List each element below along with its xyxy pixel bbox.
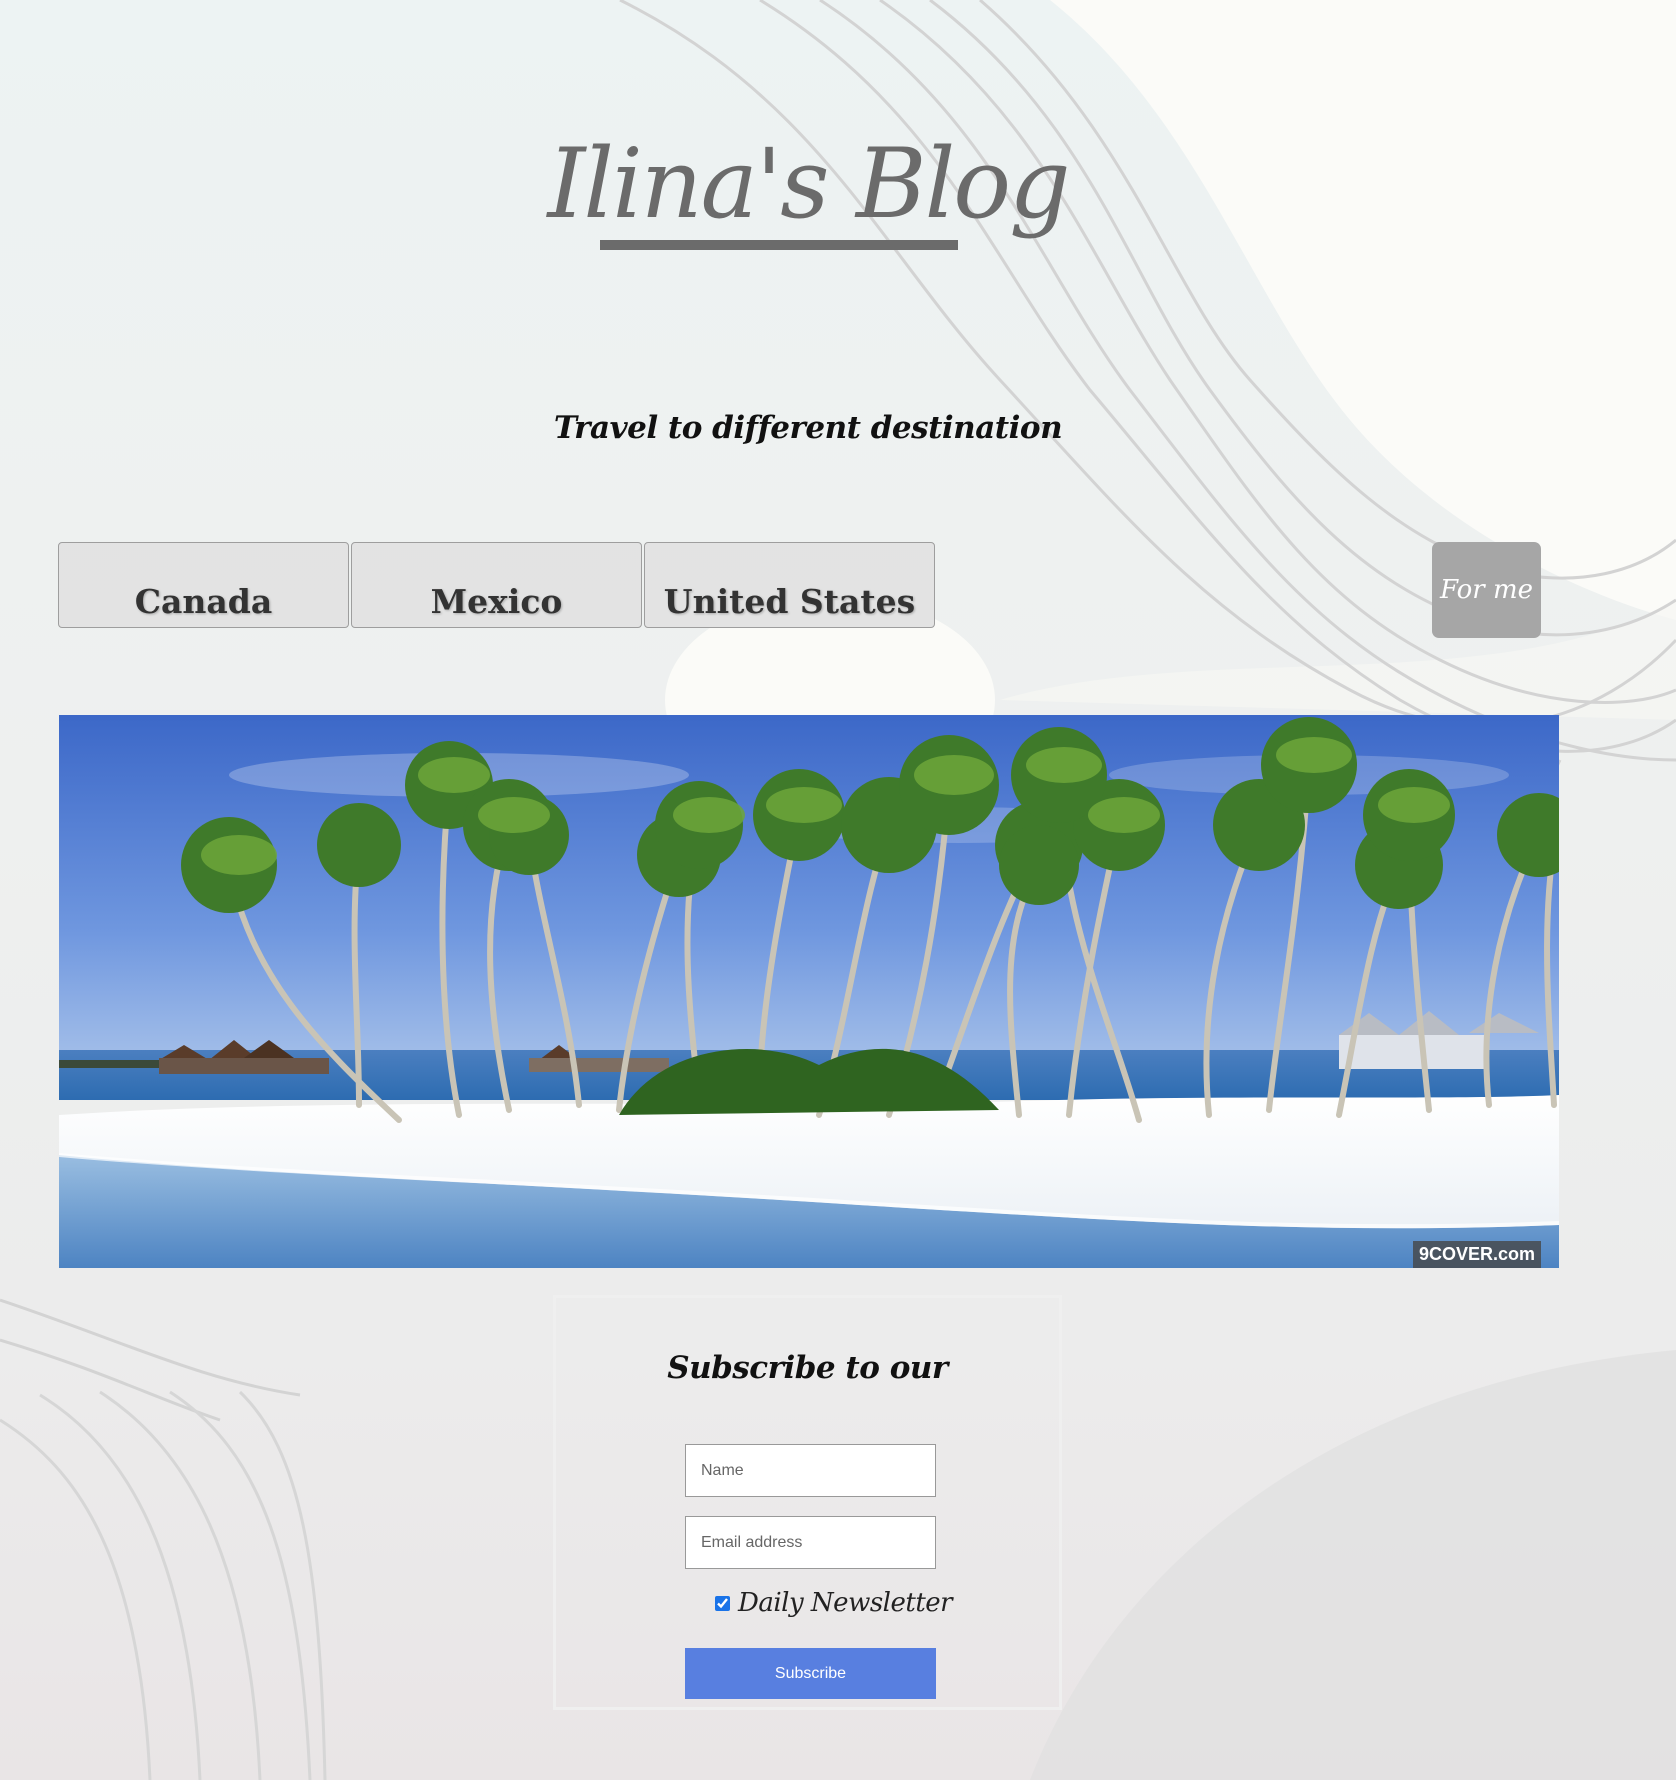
subscribe-title: Subscribe to our <box>667 1350 948 1386</box>
nav-button-canada[interactable]: Canada <box>58 542 349 628</box>
newsletter-option: Daily Newsletter <box>715 1588 953 1618</box>
subscribe-button[interactable]: Subscribe <box>685 1648 936 1699</box>
nav-button-mexico[interactable]: Mexico <box>351 542 642 628</box>
beach-illustration <box>59 715 1559 1268</box>
hero-beach-image: 9COVER.com <box>59 715 1559 1268</box>
title-underline <box>600 240 958 250</box>
email-input[interactable] <box>685 1516 936 1569</box>
for-me-button[interactable]: For me <box>1432 542 1541 638</box>
nav-button-united-states[interactable]: United States <box>644 542 935 628</box>
subscribe-form: Subscribe to our Daily Newsletter Subscr… <box>553 1295 1062 1710</box>
name-input[interactable] <box>685 1444 936 1497</box>
destination-nav: Canada Mexico United States <box>58 542 935 628</box>
newsletter-label: Daily Newsletter <box>738 1588 953 1618</box>
daily-newsletter-checkbox[interactable] <box>715 1595 730 1611</box>
blog-title: Ilina's Blog <box>547 128 1070 240</box>
image-watermark: 9COVER.com <box>1412 1241 1541 1268</box>
tagline: Travel to different destination <box>553 410 1063 446</box>
